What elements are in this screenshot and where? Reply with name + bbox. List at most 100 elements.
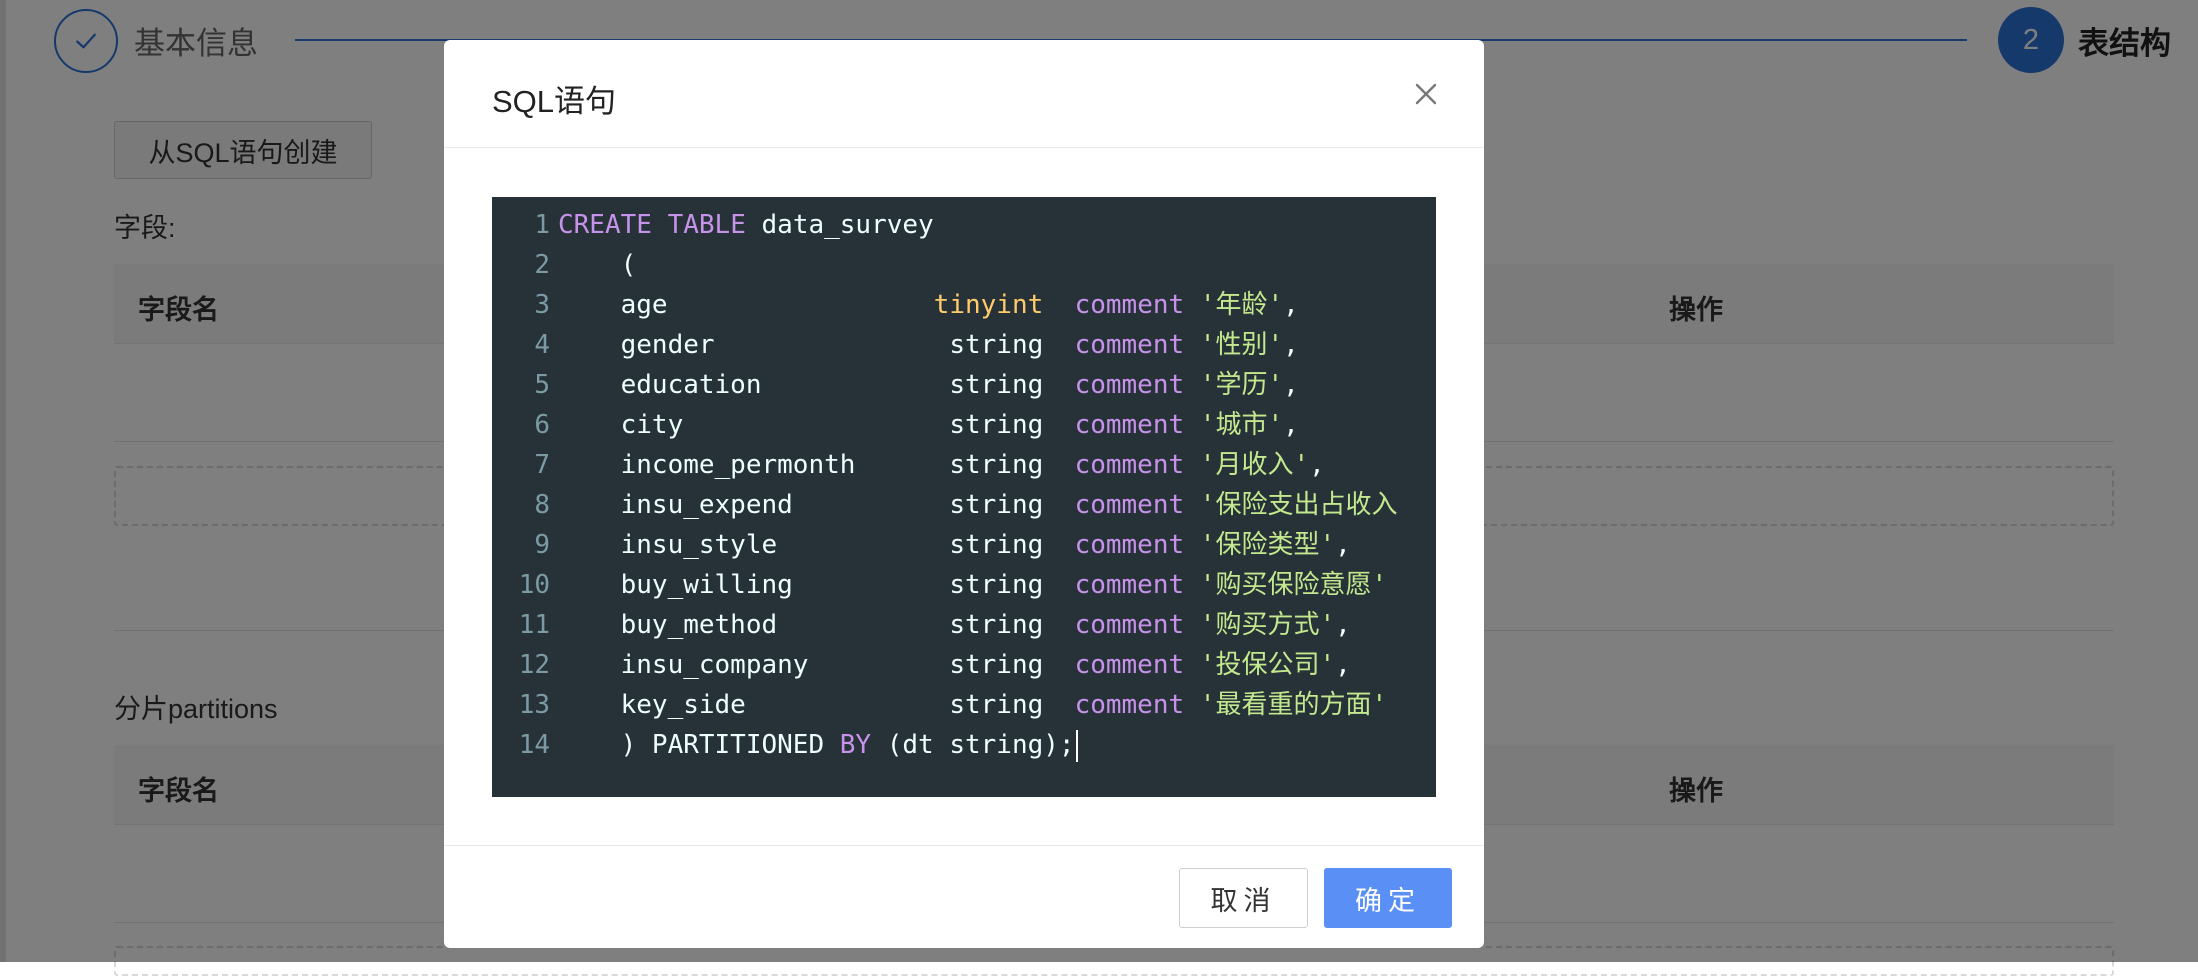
code-text: education string comment '学历',	[558, 365, 1299, 405]
dialog-title: SQL语句	[492, 84, 617, 119]
string-token: '年龄'	[1199, 290, 1284, 320]
keyword-token: comment	[1074, 410, 1185, 440]
code-text: buy_willing string comment '购买保险意愿'	[558, 565, 1388, 605]
code-token: buy_willing string	[558, 570, 1075, 600]
line-number: 10	[518, 570, 550, 600]
string-token: '投保公司'	[1199, 650, 1336, 680]
keyword-token: comment	[1074, 330, 1185, 360]
code-line: 6 city string comment '城市',	[492, 405, 1436, 445]
keyword-token: comment	[1074, 370, 1185, 400]
line-number: 13	[518, 690, 550, 720]
string-token: '性别'	[1199, 330, 1284, 360]
code-line: 4 gender string comment '性别',	[492, 325, 1436, 365]
string-token: '最看重的方面'	[1199, 690, 1388, 720]
code-text: ) PARTITIONED BY (dt string);	[558, 725, 1078, 765]
type-token: tinyint	[933, 290, 1044, 320]
keyword-token: comment	[1074, 530, 1185, 560]
code-text: income_permonth string comment '月收入',	[558, 445, 1325, 485]
keyword-token: comment	[1074, 290, 1185, 320]
code-line: 2 (	[492, 245, 1436, 285]
code-line: 3 age tinyint comment '年龄',	[492, 285, 1436, 325]
line-number: 2	[534, 250, 550, 280]
keyword-token: comment	[1074, 450, 1185, 480]
keyword-token: comment	[1074, 570, 1185, 600]
keyword-token: CREATE	[558, 210, 652, 240]
string-token: '保险类型'	[1199, 530, 1336, 560]
close-icon	[1415, 83, 1437, 105]
text-cursor	[1075, 729, 1078, 762]
line-number: 14	[518, 730, 550, 760]
code-token: ,	[1283, 410, 1299, 440]
code-token: data_survey	[745, 210, 934, 240]
dialog-header: SQL语句	[444, 40, 1484, 148]
keyword-token: comment	[1074, 690, 1185, 720]
code-token: ,	[1283, 330, 1299, 360]
code-token: income_permonth string	[558, 450, 1075, 480]
line-number: 1	[534, 210, 550, 240]
string-token: '保险支出占收入	[1199, 490, 1398, 520]
confirm-button[interactable]: 确定	[1324, 868, 1452, 928]
keyword-token: comment	[1074, 610, 1185, 640]
code-token: ,	[1335, 530, 1351, 560]
code-text: CREATE TABLE data_survey	[558, 205, 934, 245]
keyword-token: TABLE	[667, 210, 746, 240]
code-token: city string	[558, 410, 1075, 440]
code-token: age	[558, 290, 934, 320]
code-token: (dt string);	[871, 730, 1075, 760]
code-token: insu_style string	[558, 530, 1075, 560]
line-number: 5	[534, 370, 550, 400]
code-token: ,	[1283, 370, 1299, 400]
line-number: 7	[534, 450, 550, 480]
code-text: insu_expend string comment '保险支出占收入	[558, 485, 1398, 525]
line-number: 8	[534, 490, 550, 520]
code-line: 14 ) PARTITIONED BY (dt string);	[492, 725, 1436, 765]
code-line: 8 insu_expend string comment '保险支出占收入	[492, 485, 1436, 525]
sql-code-editor[interactable]: 1 CREATE TABLE data_survey 2 (3 age tinyin…	[492, 197, 1436, 797]
keyword-token: BY	[839, 730, 872, 760]
line-number: 12	[518, 650, 550, 680]
code-token: insu_company string	[558, 650, 1075, 680]
code-token: education string	[558, 370, 1075, 400]
code-text: key_side string comment '最看重的方面'	[558, 685, 1388, 725]
line-number: 3	[534, 290, 550, 320]
code-line: 7 income_permonth string comment '月收入',	[492, 445, 1436, 485]
code-text: (	[558, 245, 637, 285]
code-text: insu_style string comment '保险类型',	[558, 525, 1351, 565]
code-token: insu_expend string	[558, 490, 1075, 520]
line-number: 4	[534, 330, 550, 360]
code-token: key_side string	[558, 690, 1075, 720]
line-number: 6	[534, 410, 550, 440]
code-line: 11 buy_method string comment '购买方式',	[492, 605, 1436, 645]
code-line: 1 CREATE TABLE data_survey	[492, 205, 1436, 245]
code-text: insu_company string comment '投保公司',	[558, 645, 1351, 685]
dialog-footer: 取消 确定	[444, 845, 1484, 948]
string-token: '购买方式'	[1199, 610, 1336, 640]
sql-dialog: SQL语句 1 CREATE TABLE data_survey 2 (3 age …	[444, 40, 1484, 948]
cancel-button[interactable]: 取消	[1179, 868, 1308, 928]
line-number: 9	[534, 530, 550, 560]
close-button[interactable]	[1410, 78, 1442, 110]
code-text: buy_method string comment '购买方式',	[558, 605, 1351, 645]
code-token: buy_method string	[558, 610, 1075, 640]
code-line: 5 education string comment '学历',	[492, 365, 1436, 405]
keyword-token: comment	[1074, 490, 1185, 520]
code-token: ,	[1283, 290, 1299, 320]
line-number: 11	[518, 610, 550, 640]
keyword-token: comment	[1074, 650, 1185, 680]
code-text: age tinyint comment '年龄',	[558, 285, 1299, 325]
code-line: 13 key_side string comment '最看重的方面'	[492, 685, 1436, 725]
string-token: '购买保险意愿'	[1199, 570, 1388, 600]
string-token: '学历'	[1199, 370, 1284, 400]
code-line: 9 insu_style string comment '保险类型',	[492, 525, 1436, 565]
code-token: ) PARTITIONED	[558, 730, 840, 760]
